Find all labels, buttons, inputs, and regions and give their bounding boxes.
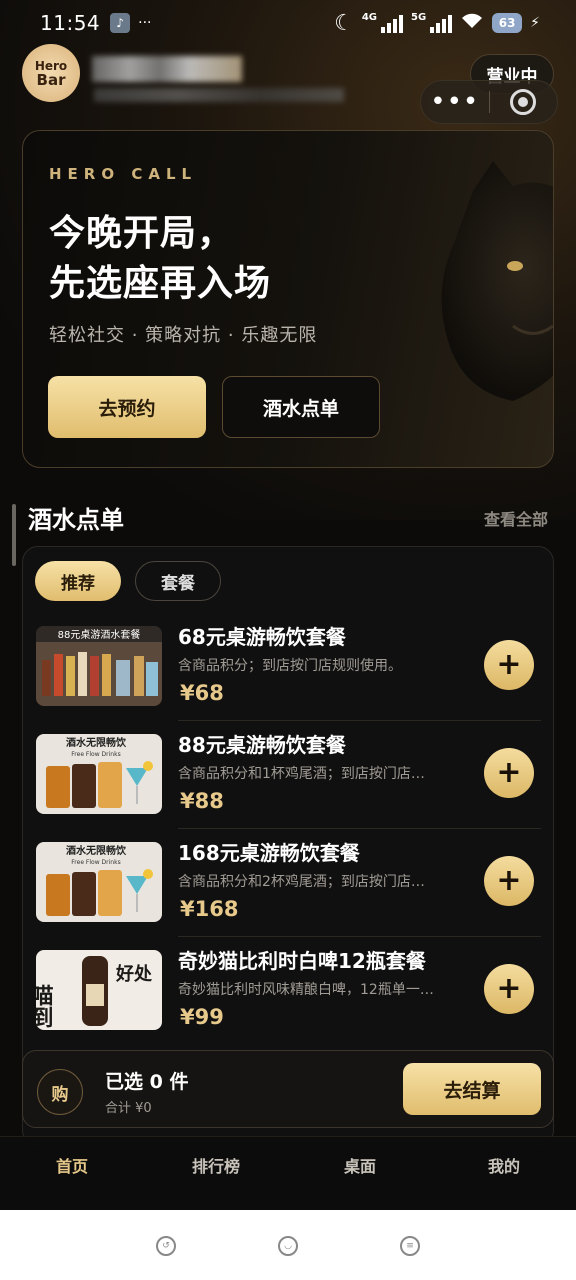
scrollbar[interactable]: [12, 504, 16, 566]
product-name: 奇妙猫比利时白啤12瓶套餐: [178, 949, 426, 973]
tab-mine[interactable]: 我的: [432, 1137, 576, 1210]
cart-icon[interactable]: 购: [37, 1069, 83, 1115]
plus-icon: +: [496, 755, 522, 790]
thumb-caption: 酒水无限畅饮: [66, 736, 127, 749]
hero-eyebrow: HERO CALL: [49, 165, 198, 183]
home-gesture-icon[interactable]: ◡: [278, 1236, 298, 1256]
store-address-redacted: [94, 88, 344, 102]
section-title: 酒水点单: [28, 506, 124, 534]
tab-recommend[interactable]: 推荐: [35, 561, 121, 601]
product-price: ¥99: [180, 1005, 224, 1029]
add-to-cart-button[interactable]: +: [484, 748, 534, 798]
product-name: 168元桌游畅饮套餐: [178, 841, 360, 865]
tab-ranking[interactable]: 排行榜: [144, 1137, 288, 1210]
thumb-subcaption: Free Flow Drinks: [71, 859, 120, 866]
panther-illustration: [441, 161, 553, 401]
product-description: 奇妙猫比利时风味精酿白啤，12瓶单一…: [178, 982, 434, 998]
plus-icon: +: [496, 647, 522, 682]
signal-icon-2: [430, 13, 453, 33]
add-to-cart-button[interactable]: +: [484, 640, 534, 690]
product-item[interactable]: 酒水无限畅饮 Free Flow Drinks 168元桌游畅饮套餐 含商品积分…: [23, 829, 553, 937]
add-to-cart-button[interactable]: +: [484, 964, 534, 1014]
product-description: 含商品积分和2杯鸡尾酒；到店按门店…: [178, 874, 425, 890]
cart-total: 合计 ¥0: [105, 1101, 152, 1116]
store-name-redacted: [92, 56, 242, 82]
plus-icon: +: [496, 971, 522, 1006]
cart-bar: 购 已选 0 件 合计 ¥0 去结算: [22, 1050, 554, 1128]
recent-apps-icon[interactable]: ≡: [400, 1236, 420, 1256]
product-thumbnail: 喵到 好处: [36, 950, 162, 1030]
status-bar: 11:54 ♪ ··· ☾ 4G 5G 63 ⚡: [0, 0, 576, 46]
wifi-icon: [460, 12, 484, 34]
battery-icon: 63: [492, 13, 523, 33]
hero-title-line2: 先选座再入场: [49, 263, 272, 304]
cart-count: 已选 0 件: [105, 1071, 189, 1093]
bar-logo[interactable]: Hero Bar: [22, 44, 80, 102]
product-thumbnail: 88元桌游酒水套餐: [36, 626, 162, 706]
charging-icon: ⚡: [530, 15, 540, 31]
status-time: 11:54: [40, 11, 101, 35]
close-miniapp-button[interactable]: [490, 89, 558, 115]
checkout-button[interactable]: 去结算: [403, 1063, 541, 1115]
miniapp-capsule: •••: [420, 80, 558, 124]
target-icon: [510, 89, 537, 115]
hero-title: 今晚开局， 先选座再入场: [49, 209, 271, 309]
tiktok-icon: ♪: [110, 13, 131, 33]
signal-icon: [380, 13, 403, 33]
book-button[interactable]: 去预约: [48, 376, 206, 438]
product-description: 含商品积分；到店按门店规则使用。: [178, 658, 402, 674]
product-price: ¥68: [180, 681, 224, 705]
tab-table[interactable]: 桌面: [288, 1137, 432, 1210]
logo-text-2: Bar: [36, 71, 66, 89]
product-item[interactable]: 88元桌游酒水套餐 68元桌游畅饮套餐 含商品积分；到店按门店规则使用。 ¥68…: [23, 613, 553, 721]
back-gesture-icon[interactable]: ↺: [156, 1236, 176, 1256]
thumb-caption: 88元桌游酒水套餐: [58, 628, 141, 641]
more-menu-icon[interactable]: •••: [421, 89, 489, 115]
network-5g-label: 5G: [410, 11, 427, 23]
product-price: ¥168: [180, 897, 239, 921]
thumb-caption: 酒水无限畅饮: [66, 844, 127, 857]
thumb-subcaption: Free Flow Drinks: [71, 751, 120, 758]
moon-icon: ☾: [334, 10, 354, 36]
network-4g-label: 4G: [361, 11, 377, 23]
hero-subtitle: 轻松社交 · 策略对抗 · 乐趣无限: [49, 325, 318, 346]
tab-home[interactable]: 首页: [0, 1137, 144, 1210]
product-list: 88元桌游酒水套餐 68元桌游畅饮套餐 含商品积分；到店按门店规则使用。 ¥68…: [23, 613, 553, 1045]
system-navigation-bar: ↺ ◡ ≡: [0, 1210, 576, 1280]
hero-title-line1: 今晚开局，: [49, 213, 235, 254]
thumb-caption-2: 好处: [115, 963, 153, 985]
drinks-order-button[interactable]: 酒水点单: [222, 376, 380, 438]
bottom-tab-bar: 首页 排行榜 桌面 我的: [0, 1136, 576, 1210]
product-price: ¥88: [180, 789, 224, 813]
add-to-cart-button[interactable]: +: [484, 856, 534, 906]
tab-combo[interactable]: 套餐: [135, 561, 221, 601]
product-thumbnail: 酒水无限畅饮 Free Flow Drinks: [36, 734, 162, 814]
hero-card: HERO CALL 今晚开局， 先选座再入场 轻松社交 · 策略对抗 · 乐趣无…: [22, 130, 554, 468]
product-name: 88元桌游畅饮套餐: [178, 733, 346, 757]
product-item[interactable]: 喵到 好处 奇妙猫比利时白啤12瓶套餐 奇妙猫比利时风味精酿白啤，12瓶单一… …: [23, 937, 553, 1045]
product-description: 含商品积分和1杯鸡尾酒；到店按门店…: [178, 766, 425, 782]
view-all-link[interactable]: 查看全部: [484, 506, 548, 530]
plus-icon: +: [496, 863, 522, 898]
product-name: 68元桌游畅饮套餐: [178, 625, 346, 649]
thumb-caption: 喵到: [36, 984, 54, 1028]
more-notifications: ···: [138, 15, 152, 31]
product-thumbnail: 酒水无限畅饮 Free Flow Drinks: [36, 842, 162, 922]
product-item[interactable]: 酒水无限畅饮 Free Flow Drinks 88元桌游畅饮套餐 含商品积分和…: [23, 721, 553, 829]
